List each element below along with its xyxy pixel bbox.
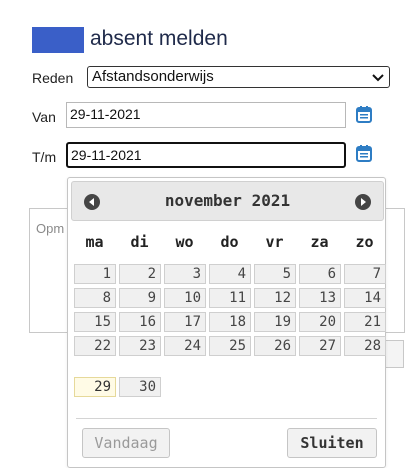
weekday-header: za (310, 233, 329, 251)
calendar-day[interactable]: 30 (119, 377, 161, 397)
calendar-day[interactable]: 18 (209, 312, 251, 332)
calendar-day[interactable]: 25 (209, 336, 251, 356)
datepicker-popup: november 2021 ma di wo do vr za zo 1 2 3… (67, 177, 386, 468)
calendar-day[interactable]: 23 (119, 336, 161, 356)
calendar-day[interactable]: 17 (164, 312, 206, 332)
chevron-down-icon (372, 74, 384, 82)
datepicker-divider (76, 418, 377, 419)
weekday-header: zo (355, 233, 374, 251)
month-title: november 2021 (164, 191, 291, 210)
calendar-day-selected[interactable]: 29 (74, 377, 116, 397)
tm-date-input[interactable]: 29-11-2021 (66, 142, 346, 168)
today-button[interactable]: Vandaag (82, 428, 170, 458)
reden-select[interactable]: Afstandsonderwijs (87, 66, 390, 88)
calendar-day[interactable]: 15 (74, 312, 116, 332)
weekday-header: do (220, 233, 239, 251)
calendar-icon[interactable] (356, 106, 372, 123)
calendar-day[interactable]: 13 (299, 288, 341, 308)
calendar-day[interactable]: 9 (119, 288, 161, 308)
calendar-day[interactable]: 24 (164, 336, 206, 356)
calendar-day[interactable]: 22 (74, 336, 116, 356)
calendar-day[interactable]: 28 (344, 336, 386, 356)
weekday-header: di (130, 233, 149, 251)
calendar-day[interactable]: 26 (254, 336, 296, 356)
van-date-input[interactable]: 29-11-2021 (66, 102, 346, 128)
datepicker-header: november 2021 (71, 181, 384, 221)
calendar-day[interactable]: 16 (119, 312, 161, 332)
weekday-header: vr (265, 233, 284, 251)
calendar-day[interactable]: 8 (74, 288, 116, 308)
calendar-day[interactable]: 4 (209, 264, 251, 284)
weekday-header: ma (85, 233, 104, 251)
weekday-header: wo (175, 233, 194, 251)
next-month-button[interactable] (355, 194, 371, 210)
calendar-day[interactable]: 11 (209, 288, 251, 308)
van-label: Van (32, 109, 56, 125)
reden-selected-value: Afstandsonderwijs (92, 68, 214, 85)
calendar-day[interactable]: 20 (299, 312, 341, 332)
calendar-day[interactable]: 14 (344, 288, 386, 308)
calendar-day[interactable]: 3 (164, 264, 206, 284)
submit-button-edge[interactable] (384, 340, 404, 368)
circle-arrow-right-icon (361, 198, 366, 206)
calendar-day[interactable]: 6 (299, 264, 341, 284)
calendar-day[interactable]: 10 (164, 288, 206, 308)
calendar-day[interactable]: 12 (254, 288, 296, 308)
calendar-day[interactable]: 19 (254, 312, 296, 332)
close-button[interactable]: Sluiten (287, 428, 377, 458)
circle-arrow-left-icon (89, 198, 94, 206)
tm-label: T/m (32, 149, 57, 165)
calendar-day[interactable]: 27 (299, 336, 341, 356)
calendar-icon[interactable] (356, 145, 372, 162)
calendar-day[interactable]: 1 (74, 264, 116, 284)
calendar-day[interactable]: 5 (254, 264, 296, 284)
prev-month-button[interactable] (84, 194, 100, 210)
calendar-day[interactable]: 7 (344, 264, 386, 284)
calendar-day[interactable]: 2 (119, 264, 161, 284)
header-color-block (32, 27, 84, 53)
page-title: absent melden (90, 27, 228, 50)
reden-label: Reden (32, 70, 74, 86)
calendar-day[interactable]: 21 (344, 312, 386, 332)
remark-placeholder: Opm (36, 221, 65, 236)
